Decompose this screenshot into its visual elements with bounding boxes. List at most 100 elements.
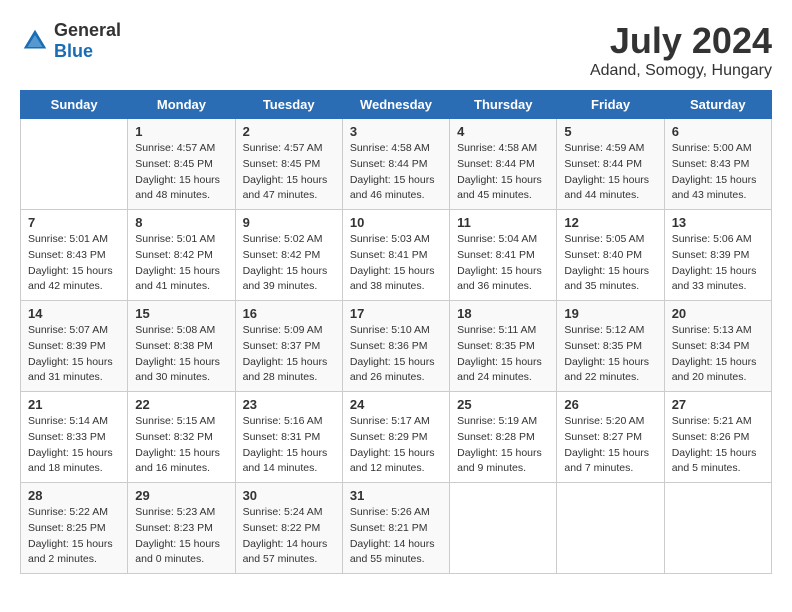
calendar-cell: 15Sunrise: 5:08 AM Sunset: 8:38 PM Dayli… [128, 301, 235, 392]
day-info: Sunrise: 5:01 AM Sunset: 8:42 PM Dayligh… [135, 232, 227, 295]
header-wednesday: Wednesday [342, 91, 449, 119]
day-info: Sunrise: 5:00 AM Sunset: 8:43 PM Dayligh… [672, 141, 764, 204]
day-number: 24 [350, 397, 442, 412]
week-row-2: 7Sunrise: 5:01 AM Sunset: 8:43 PM Daylig… [21, 210, 772, 301]
day-info: Sunrise: 5:04 AM Sunset: 8:41 PM Dayligh… [457, 232, 549, 295]
day-number: 12 [564, 215, 656, 230]
day-info: Sunrise: 5:03 AM Sunset: 8:41 PM Dayligh… [350, 232, 442, 295]
day-number: 18 [457, 306, 549, 321]
calendar-cell: 14 Sunrise: 5:07 AM Sunset: 8:39 PM Dayli… [21, 301, 128, 392]
day-number: 20 [672, 306, 764, 321]
calendar-cell [664, 483, 771, 574]
day-number: 10 [350, 215, 442, 230]
week-row-3: 14 Sunrise: 5:07 AM Sunset: 8:39 PM Dayli… [21, 301, 772, 392]
calendar-cell: 20 Sunrise: 5:13 AM Sunset: 8:34 PM Dayli… [664, 301, 771, 392]
calendar-cell: 18 Sunrise: 5:11 AM Sunset: 8:35 PM Dayli… [450, 301, 557, 392]
calendar-cell: 25 Sunrise: 5:19 AM Sunset: 8:28 PM Dayli… [450, 392, 557, 483]
calendar-cell: 11 Sunrise: 5:04 AM Sunset: 8:41 PM Dayli… [450, 210, 557, 301]
day-info: Sunrise: 5:14 AM Sunset: 8:33 PM Dayligh… [28, 414, 120, 477]
day-number: 9 [243, 215, 335, 230]
day-info: Sunrise: 5:05 AM Sunset: 8:40 PM Dayligh… [564, 232, 656, 295]
calendar-cell: 8Sunrise: 5:01 AM Sunset: 8:42 PM Daylig… [128, 210, 235, 301]
day-number: 2 [243, 124, 335, 139]
day-info: Sunrise: 5:07 AM Sunset: 8:39 PM Dayligh… [28, 323, 120, 386]
day-number: 15 [135, 306, 227, 321]
header: General Blue July 2024 Adand, Somogy, Hu… [20, 20, 772, 80]
calendar-cell: 24 Sunrise: 5:17 AM Sunset: 8:29 PM Dayli… [342, 392, 449, 483]
day-number: 1 [135, 124, 227, 139]
day-number: 26 [564, 397, 656, 412]
day-number: 23 [243, 397, 335, 412]
header-sunday: Sunday [21, 91, 128, 119]
week-row-1: 1 Sunrise: 4:57 AM Sunset: 8:45 PM Daylig… [21, 119, 772, 210]
calendar-cell: 9 Sunrise: 5:02 AM Sunset: 8:42 PM Daylig… [235, 210, 342, 301]
calendar-cell: 2Sunrise: 4:57 AM Sunset: 8:45 PM Daylig… [235, 119, 342, 210]
header-tuesday: Tuesday [235, 91, 342, 119]
day-info: Sunrise: 5:02 AM Sunset: 8:42 PM Dayligh… [243, 232, 335, 295]
calendar-cell: 4Sunrise: 4:58 AM Sunset: 8:44 PM Daylig… [450, 119, 557, 210]
calendar-cell: 27 Sunrise: 5:21 AM Sunset: 8:26 PM Dayli… [664, 392, 771, 483]
day-info: Sunrise: 5:19 AM Sunset: 8:28 PM Dayligh… [457, 414, 549, 477]
day-number: 28 [28, 488, 120, 503]
day-number: 31 [350, 488, 442, 503]
day-number: 25 [457, 397, 549, 412]
logo-icon [20, 26, 50, 56]
calendar-cell [557, 483, 664, 574]
header-monday: Monday [128, 91, 235, 119]
day-info: Sunrise: 5:15 AM Sunset: 8:32 PM Dayligh… [135, 414, 227, 477]
day-info: Sunrise: 4:57 AM Sunset: 8:45 PM Dayligh… [135, 141, 227, 204]
day-number: 4 [457, 124, 549, 139]
calendar-cell: 16 Sunrise: 5:09 AM Sunset: 8:37 PM Dayli… [235, 301, 342, 392]
logo: General Blue [20, 20, 121, 62]
day-number: 21 [28, 397, 120, 412]
header-saturday: Saturday [664, 91, 771, 119]
calendar-cell: 21 Sunrise: 5:14 AM Sunset: 8:33 PM Dayli… [21, 392, 128, 483]
calendar-table: SundayMondayTuesdayWednesdayThursdayFrid… [20, 90, 772, 574]
day-info: Sunrise: 5:16 AM Sunset: 8:31 PM Dayligh… [243, 414, 335, 477]
logo-text: General Blue [54, 20, 121, 62]
day-info: Sunrise: 5:13 AM Sunset: 8:34 PM Dayligh… [672, 323, 764, 386]
calendar-cell: 23 Sunrise: 5:16 AM Sunset: 8:31 PM Dayli… [235, 392, 342, 483]
day-info: Sunrise: 5:12 AM Sunset: 8:35 PM Dayligh… [564, 323, 656, 386]
calendar-cell: 7Sunrise: 5:01 AM Sunset: 8:43 PM Daylig… [21, 210, 128, 301]
calendar-cell: 22 Sunrise: 5:15 AM Sunset: 8:32 PM Dayli… [128, 392, 235, 483]
calendar-cell: 13Sunrise: 5:06 AM Sunset: 8:39 PM Dayli… [664, 210, 771, 301]
calendar-cell: 6 Sunrise: 5:00 AM Sunset: 8:43 PM Daylig… [664, 119, 771, 210]
day-info: Sunrise: 5:21 AM Sunset: 8:26 PM Dayligh… [672, 414, 764, 477]
day-info: Sunrise: 5:11 AM Sunset: 8:35 PM Dayligh… [457, 323, 549, 386]
logo-general: General [54, 20, 121, 40]
day-info: Sunrise: 5:09 AM Sunset: 8:37 PM Dayligh… [243, 323, 335, 386]
week-row-4: 21 Sunrise: 5:14 AM Sunset: 8:33 PM Dayli… [21, 392, 772, 483]
calendar-cell: 1 Sunrise: 4:57 AM Sunset: 8:45 PM Daylig… [128, 119, 235, 210]
calendar-cell: 30Sunrise: 5:24 AM Sunset: 8:22 PM Dayli… [235, 483, 342, 574]
day-info: Sunrise: 5:10 AM Sunset: 8:36 PM Dayligh… [350, 323, 442, 386]
day-info: Sunrise: 5:17 AM Sunset: 8:29 PM Dayligh… [350, 414, 442, 477]
day-number: 5 [564, 124, 656, 139]
calendar-cell: 10 Sunrise: 5:03 AM Sunset: 8:41 PM Dayli… [342, 210, 449, 301]
day-number: 17 [350, 306, 442, 321]
day-info: Sunrise: 5:26 AM Sunset: 8:21 PM Dayligh… [350, 505, 442, 568]
calendar-cell: 29Sunrise: 5:23 AM Sunset: 8:23 PM Dayli… [128, 483, 235, 574]
day-number: 13 [672, 215, 764, 230]
day-info: Sunrise: 4:58 AM Sunset: 8:44 PM Dayligh… [350, 141, 442, 204]
calendar-cell: 5Sunrise: 4:59 AM Sunset: 8:44 PM Daylig… [557, 119, 664, 210]
day-number: 3 [350, 124, 442, 139]
day-info: Sunrise: 5:01 AM Sunset: 8:43 PM Dayligh… [28, 232, 120, 295]
calendar-cell [21, 119, 128, 210]
week-row-5: 28 Sunrise: 5:22 AM Sunset: 8:25 PM Dayli… [21, 483, 772, 574]
calendar-cell: 19 Sunrise: 5:12 AM Sunset: 8:35 PM Dayli… [557, 301, 664, 392]
day-number: 11 [457, 215, 549, 230]
day-info: Sunrise: 5:22 AM Sunset: 8:25 PM Dayligh… [28, 505, 120, 568]
subtitle: Adand, Somogy, Hungary [590, 62, 772, 80]
calendar-cell: 17 Sunrise: 5:10 AM Sunset: 8:36 PM Dayli… [342, 301, 449, 392]
day-number: 27 [672, 397, 764, 412]
day-number: 16 [243, 306, 335, 321]
day-info: Sunrise: 5:23 AM Sunset: 8:23 PM Dayligh… [135, 505, 227, 568]
day-number: 22 [135, 397, 227, 412]
day-number: 14 [28, 306, 120, 321]
day-info: Sunrise: 5:24 AM Sunset: 8:22 PM Dayligh… [243, 505, 335, 568]
main-title: July 2024 [590, 20, 772, 62]
calendar-header-row: SundayMondayTuesdayWednesdayThursdayFrid… [21, 91, 772, 119]
day-number: 6 [672, 124, 764, 139]
day-number: 19 [564, 306, 656, 321]
